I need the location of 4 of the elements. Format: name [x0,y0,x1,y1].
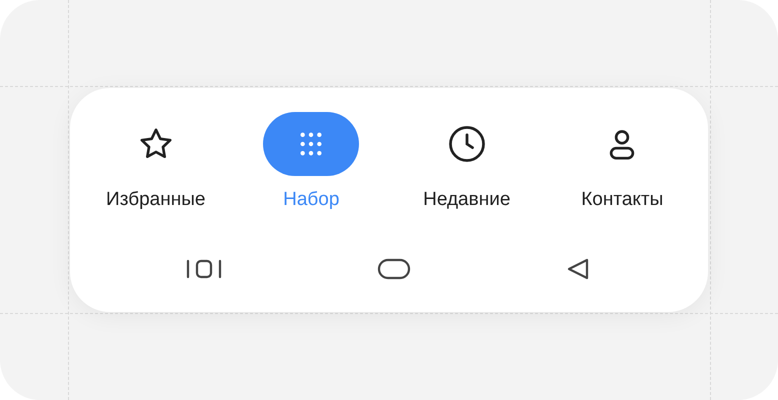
nav-tab[interactable]: Контакты [544,112,700,214]
nav-tab[interactable]: Недавние [389,112,544,214]
nav-tab[interactable]: Избранные [78,112,234,214]
home-icon[interactable] [377,256,411,280]
